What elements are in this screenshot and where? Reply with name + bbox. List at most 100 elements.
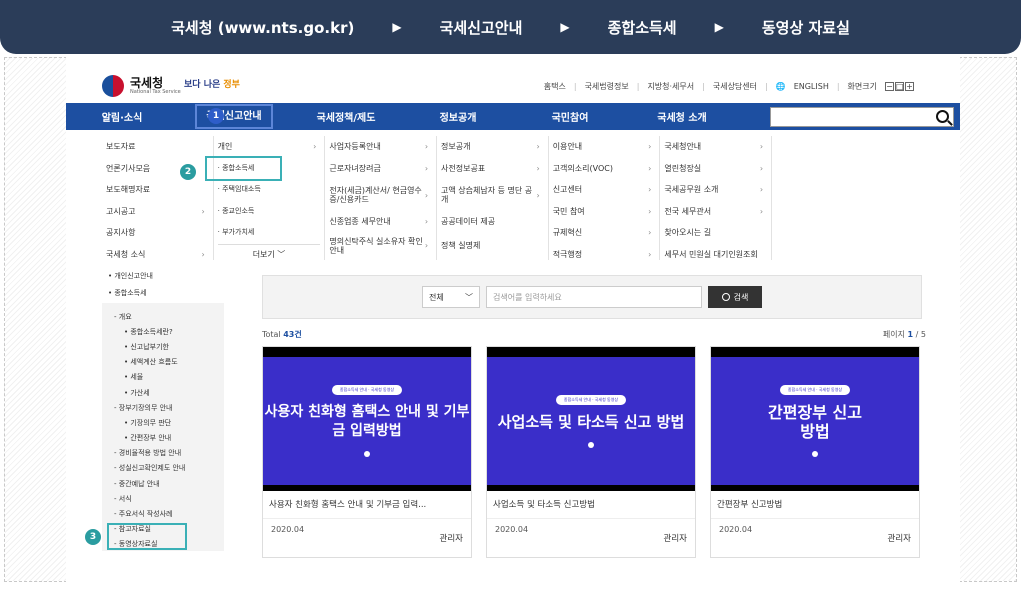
lnb-item-income-tax[interactable]: • 종합소득세 — [102, 284, 224, 301]
chevron-right-icon: › — [648, 228, 652, 238]
mega-menu: 보도자료 언론기사모음 보도해명자료 고시공고 › 공지사항 국세청 소식 › 개인… — [102, 136, 773, 260]
mega-item[interactable]: 고액 상습체납자 등 명단 공개 › — [441, 179, 544, 211]
mega-item[interactable]: 적극행정 › — [553, 244, 656, 266]
util-regional-office[interactable]: 지방청·세무서 — [647, 81, 694, 92]
lnb-subitem[interactable]: • 세율 — [114, 370, 224, 385]
mega-item[interactable]: 이용안내 › — [553, 136, 656, 158]
mega-item-label: 공공데이터 제공 — [441, 217, 496, 227]
mega-item[interactable]: 공지사항 — [106, 222, 209, 244]
mega-item[interactable]: 규제혁신 › — [553, 222, 656, 244]
mega-item[interactable]: 공공데이터 제공 — [441, 211, 544, 233]
util-english[interactable]: ENGLISH — [794, 82, 829, 91]
search-button[interactable]: 검색 — [708, 286, 762, 308]
mega-item[interactable]: 신고센터 › — [553, 179, 656, 201]
nav-about[interactable]: 국세청 소개 — [626, 109, 738, 124]
zoom-reset-button[interactable]: □ — [895, 82, 904, 91]
video-title[interactable]: 사업소득 및 타소득 신고방법 — [487, 491, 695, 519]
zoom-in-button[interactable]: + — [905, 82, 914, 91]
lnb-subitem[interactable]: - 성실신고확인제도 안내 — [114, 461, 224, 476]
mega-item[interactable]: 전국 세무관서 › — [664, 201, 767, 223]
lnb-subitem[interactable]: • 신고납부기한 — [114, 339, 224, 354]
lnb-subitem[interactable]: • 세액계산 흐름도 — [114, 355, 224, 370]
lnb-subitem[interactable]: • 종합소득세란? — [114, 324, 224, 339]
chevron-right-icon: › — [424, 217, 429, 227]
emblem-icon — [588, 441, 594, 448]
mega-col-guide: 개인 › · 종합소득세 · 주택임대소득 · 종교인소득 · 부가가치세 더보기… — [214, 136, 326, 260]
video-card[interactable]: 종합소득세 안내 · 국세청 동영상 사업소득 및 타소득 신고 방법 사업소득… — [486, 346, 696, 558]
chevron-right-icon: › — [648, 142, 652, 152]
arrow-right-icon: ▶ — [560, 20, 570, 34]
mega-item-label: 사업자등록안내 — [329, 142, 381, 152]
mega-item[interactable]: 세무서 민원실 대기인원조회 — [664, 244, 767, 266]
lnb-subitem[interactable]: - 주요서식 작성사례 — [114, 506, 224, 521]
search-icon[interactable] — [936, 109, 949, 123]
zoom-out-button[interactable]: − — [885, 82, 894, 91]
mega-item[interactable]: 국민 참여 › — [553, 201, 656, 223]
site-logo[interactable]: 국세청 National Tax Service — [102, 75, 181, 97]
emblem-icon — [812, 451, 818, 457]
util-law-info[interactable]: 국세법령정보 — [585, 81, 629, 92]
lnb-subitem[interactable]: • 기장의무 판단 — [114, 415, 224, 430]
mega-item[interactable]: 명의신탁주식 실소유자 확인안내 › — [329, 233, 432, 259]
mega-item[interactable]: 열린청장실 › — [664, 158, 767, 180]
lnb-subitem[interactable]: - 개요 — [114, 309, 224, 324]
mega-item[interactable]: 개인 › — [218, 136, 321, 158]
mega-item[interactable]: 전자(세금)계산서/ 현금영수증/신용카드 › — [329, 179, 432, 211]
lnb-subitem[interactable]: • 간편장부 안내 — [114, 431, 224, 446]
video-card[interactable]: 종합소득세 안내 · 국세청 동영상 사용자 친화형 홈택스 안내 및 기부금 … — [262, 346, 472, 558]
mega-item[interactable]: 정보공개 › — [441, 136, 544, 158]
nav-participation[interactable]: 국민참여 — [514, 109, 626, 124]
nav-search-input[interactable] — [770, 106, 954, 127]
mega-item-label: 국세청 소식 — [106, 249, 146, 259]
mega-item[interactable]: 국세공무원 소개 › — [664, 179, 767, 201]
mega-item[interactable]: 국세청안내 › — [664, 136, 767, 158]
mega-col-notice: 보도자료 언론기사모음 보도해명자료 고시공고 › 공지사항 국세청 소식 › — [102, 136, 214, 260]
video-thumbnail[interactable]: 종합소득세 안내 · 국세청 동영상 사용자 친화형 홈택스 안내 및 기부금 … — [263, 347, 471, 491]
video-card[interactable]: 종합소득세 안내 · 국세청 동영상 간편장부 신고방법 간편장부 신고방법 2… — [710, 346, 920, 558]
arrow-right-icon: ▶ — [392, 20, 402, 34]
mega-item[interactable]: 국세청 소식 › — [106, 244, 209, 266]
breadcrumb-item-video[interactable]: 동영상 자료실 — [762, 17, 850, 38]
nav-disclosure[interactable]: 정보공개 — [402, 109, 514, 124]
mega-item[interactable]: 고시공고 › — [106, 201, 209, 223]
video-title[interactable]: 간편장부 신고방법 — [711, 491, 919, 519]
breadcrumb-item-site[interactable]: 국세청 (www.nts.go.kr) — [171, 17, 354, 38]
mega-item-label: 규제혁신 — [552, 228, 583, 238]
breadcrumb-item-income-tax[interactable]: 종합소득세 — [608, 17, 677, 38]
lnb-subitem[interactable]: - 장부기장의무 안내 — [114, 400, 224, 415]
breadcrumb-item-tax-guide[interactable]: 국세신고안내 — [440, 17, 523, 38]
total-number: 43건 — [283, 330, 302, 339]
util-consult-center[interactable]: 국세상담센터 — [713, 81, 757, 92]
nav-tax-guide[interactable]: 국세신고안내 — [195, 104, 273, 129]
thumbnail-tag: 종합소득세 안내 · 국세청 동영상 — [779, 385, 851, 395]
mega-item[interactable]: 신종업종 세무안내 › — [329, 211, 432, 233]
search-input[interactable]: 검색어를 입력하세요 — [486, 286, 702, 308]
mega-subitem[interactable]: · 종교인소득 — [218, 201, 321, 223]
mega-item[interactable]: 사업자등록안내 › — [329, 136, 432, 158]
mega-item[interactable]: 고객의소리(VOC) › — [553, 158, 656, 180]
video-thumbnail[interactable]: 종합소득세 안내 · 국세청 동영상 사업소득 및 타소득 신고 방법 — [487, 347, 695, 491]
video-title[interactable]: 사용자 친화형 홈택스 안내 및 기부금 입력... — [263, 491, 471, 519]
util-screen-size: 화면크기 — [847, 82, 877, 91]
step-badge-2: 2 — [180, 164, 196, 180]
mega-item[interactable]: 보도해명자료 — [106, 179, 209, 201]
mega-item[interactable]: 찾아오시는 길 — [664, 222, 767, 244]
mega-item[interactable]: 사전정보공표 › — [441, 158, 544, 180]
lnb-item-personal[interactable]: • 개인신고안내 — [102, 267, 224, 284]
lnb-subitem[interactable]: - 중간예납 안내 — [114, 476, 224, 491]
lnb-subitem[interactable]: - 서식 — [114, 491, 224, 506]
video-thumbnail[interactable]: 종합소득세 안내 · 국세청 동영상 간편장부 신고방법 — [711, 347, 919, 491]
lnb-subitem[interactable]: - 경비율적용 방법 안내 — [114, 446, 224, 461]
lnb-subitem[interactable]: • 가산세 — [114, 385, 224, 400]
mega-item[interactable]: 정책 실명제 — [441, 233, 544, 259]
mega-item-label: 적극행정 — [552, 249, 583, 259]
mega-item[interactable]: 근로자녀장려금 › — [329, 158, 432, 180]
nav-notice[interactable]: 알림·소식 — [66, 109, 178, 124]
mega-subitem[interactable]: · 주택임대소득 — [218, 179, 321, 201]
more-button[interactable]: 더보기 ﹀ — [217, 243, 321, 260]
mega-item[interactable]: 보도자료 — [106, 136, 209, 158]
nav-policy[interactable]: 국세정책/제도 — [290, 109, 402, 124]
mega-subitem[interactable]: · 부가가치세 — [218, 222, 321, 244]
search-scope-select[interactable]: 전체 ﹀ — [422, 286, 480, 308]
util-hometax[interactable]: 홈택스 — [544, 81, 566, 92]
